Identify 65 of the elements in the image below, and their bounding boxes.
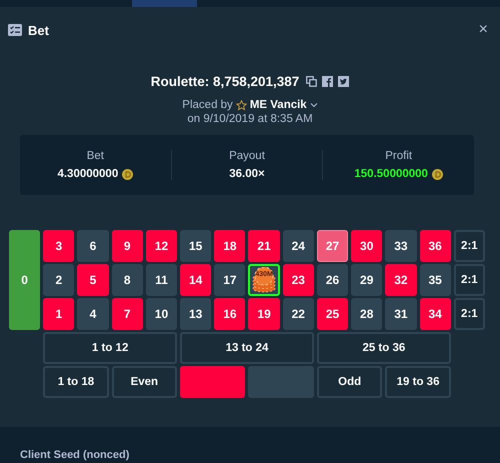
number-cell[interactable]: 4 [77, 298, 109, 330]
column-bet-button[interactable]: 2:1 [454, 264, 485, 296]
color-bet-button[interactable] [180, 366, 246, 398]
number-cell[interactable]: 25 [316, 298, 348, 330]
outside-bet-button[interactable]: 19 to 36 [385, 366, 451, 398]
outside-bet-button[interactable]: Odd [316, 366, 382, 398]
stat-value: 4.30000000 [57, 168, 118, 180]
stat-value: 150.50000000 [354, 168, 428, 180]
number-cell[interactable]: 32 [385, 264, 417, 296]
number-cell[interactable]: 23 [282, 264, 314, 296]
number-cell[interactable]: 10 [146, 298, 178, 330]
number-cell[interactable]: 33 [385, 230, 417, 262]
outside-bet-button[interactable]: 1 to 18 [43, 366, 109, 398]
number-cell[interactable]: 26 [316, 264, 348, 296]
bet-id: Roulette: 8,758,201,387 [150, 74, 300, 89]
chevron-down-icon[interactable] [310, 102, 318, 108]
number-cell[interactable]: 29 [351, 264, 382, 296]
number-cell[interactable]: 30 [351, 230, 382, 262]
column-bet-button[interactable]: 2:1 [454, 298, 485, 330]
number-cell[interactable]: 16 [214, 298, 246, 330]
placed-by-label: Placed by [182, 99, 233, 111]
number-cell[interactable]: 6 [77, 230, 109, 262]
number-cell[interactable]: 3 [43, 230, 74, 262]
number-cell[interactable]: 35 [420, 264, 451, 296]
number-cell[interactable]: 5 [77, 264, 109, 296]
checklist-icon [8, 24, 22, 36]
stat-label: Bet [86, 150, 104, 162]
number-cell[interactable]: 22 [282, 298, 314, 330]
dozen-bet-button[interactable]: 25 to 36 [316, 332, 451, 364]
number-cell[interactable]: 19 [248, 298, 280, 330]
stat-value: 36.00× [229, 168, 265, 180]
number-cell[interactable]: 2 [43, 264, 74, 296]
number-cell[interactable]: 1 [43, 298, 74, 330]
dozen-bet-button[interactable]: 13 to 24 [180, 332, 314, 364]
number-cell[interactable]: 34 [420, 298, 451, 330]
number-cell[interactable]: 7 [112, 298, 143, 330]
copy-icon[interactable] [306, 76, 318, 87]
number-cell[interactable]: 36 [420, 230, 451, 262]
seed-label: Client Seed (nonced) [20, 449, 130, 461]
number-cell[interactable]: 11 [146, 264, 178, 296]
bet-date: on 9/10/2019 at 8:35 AM [186, 113, 314, 125]
stat-label: Profit [385, 150, 412, 162]
number-cell[interactable]: 18 [214, 230, 246, 262]
number-cell[interactable]: 28 [351, 298, 382, 330]
twitter-icon[interactable] [338, 76, 350, 87]
number-cell[interactable]: 9 [112, 230, 143, 262]
number-cell[interactable]: 8 [112, 264, 143, 296]
number-cell[interactable]: 21 [248, 230, 280, 262]
column-bet-button[interactable]: 2:1 [454, 230, 485, 262]
number-cell[interactable]: 31 [385, 298, 417, 330]
username-link[interactable]: ME Vancik [250, 99, 307, 111]
facebook-icon[interactable] [322, 76, 334, 87]
dozen-bet-button[interactable]: 1 to 12 [43, 332, 178, 364]
number-cell[interactable]: 24 [282, 230, 314, 262]
dialog-title: Bet [28, 22, 49, 38]
number-cell[interactable]: 17 [214, 264, 246, 296]
number-cell[interactable]: 13 [180, 298, 212, 330]
star-icon [236, 100, 247, 110]
close-button[interactable]: × [478, 21, 488, 39]
number-cell[interactable]: 12 [146, 230, 178, 262]
color-bet-button[interactable] [248, 366, 314, 398]
number-cell[interactable]: 14 [180, 264, 212, 296]
outside-bet-button[interactable]: Even [112, 366, 178, 398]
number-cell[interactable]: 15 [180, 230, 212, 262]
stat-label: Payout [229, 150, 265, 162]
